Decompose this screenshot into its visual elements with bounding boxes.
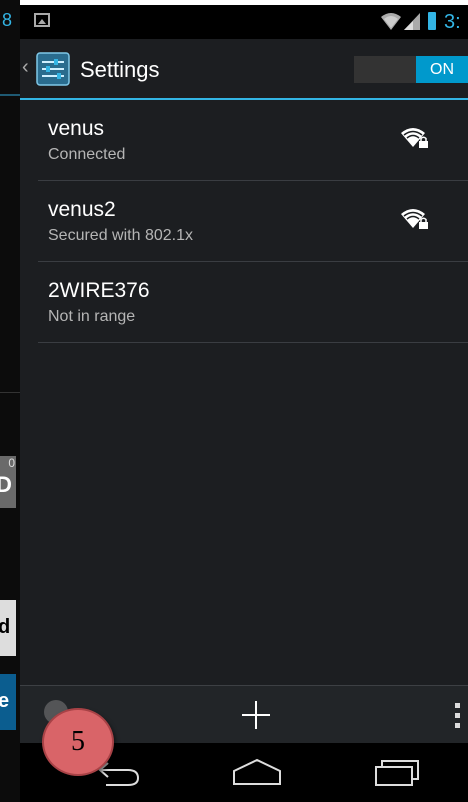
background-app-text: 8 [2, 10, 13, 30]
recent-apps-icon[interactable] [372, 757, 422, 792]
step-number-badge: 5 [42, 708, 114, 776]
home-icon[interactable] [232, 757, 282, 792]
page-title: Settings [80, 57, 160, 82]
background-divider [0, 392, 20, 393]
battery-icon [428, 12, 436, 30]
background-button: d [0, 600, 16, 656]
up-navigation-icon[interactable]: ‹ [22, 56, 29, 79]
background-button-label: e [0, 690, 10, 712]
network-name: venus [48, 117, 105, 140]
add-network-icon[interactable] [240, 699, 272, 736]
network-name: venus2 [48, 198, 116, 221]
action-bar: ‹ Settings ON [20, 39, 468, 98]
background-button: 0 D [0, 456, 16, 508]
network-item[interactable]: venus2 Secured with 802.1x [38, 181, 468, 262]
network-name: 2WIRE376 [48, 279, 150, 302]
network-status: Connected [48, 146, 126, 163]
network-status: Secured with 802.1x [48, 227, 193, 244]
wifi-locked-icon [400, 126, 430, 155]
network-item[interactable]: 2WIRE376 Not in range [38, 262, 468, 343]
wifi-settings-panel: 3: ‹ Settings ON venus Connected venus2 … [20, 0, 468, 802]
background-button-label: D [0, 472, 12, 497]
network-item[interactable]: venus Connected [38, 100, 468, 181]
picture-notification-icon [34, 13, 50, 27]
wifi-toggle[interactable]: ON [354, 56, 468, 83]
background-button-badge: 0 [8, 456, 15, 470]
background-button: e [0, 674, 16, 730]
settings-app-icon[interactable] [36, 52, 70, 86]
wifi-signal-icon [380, 11, 424, 36]
wifi-toggle-on-label: ON [416, 56, 468, 83]
background-app: 8 0 D d e [0, 0, 20, 802]
clock: 3: [444, 11, 461, 33]
network-status: Not in range [48, 308, 136, 325]
status-bar: 3: [20, 5, 468, 39]
background-button-label: d [0, 616, 11, 638]
background-divider [0, 94, 20, 96]
wifi-locked-icon [400, 207, 430, 236]
overflow-menu-icon[interactable] [454, 702, 462, 735]
